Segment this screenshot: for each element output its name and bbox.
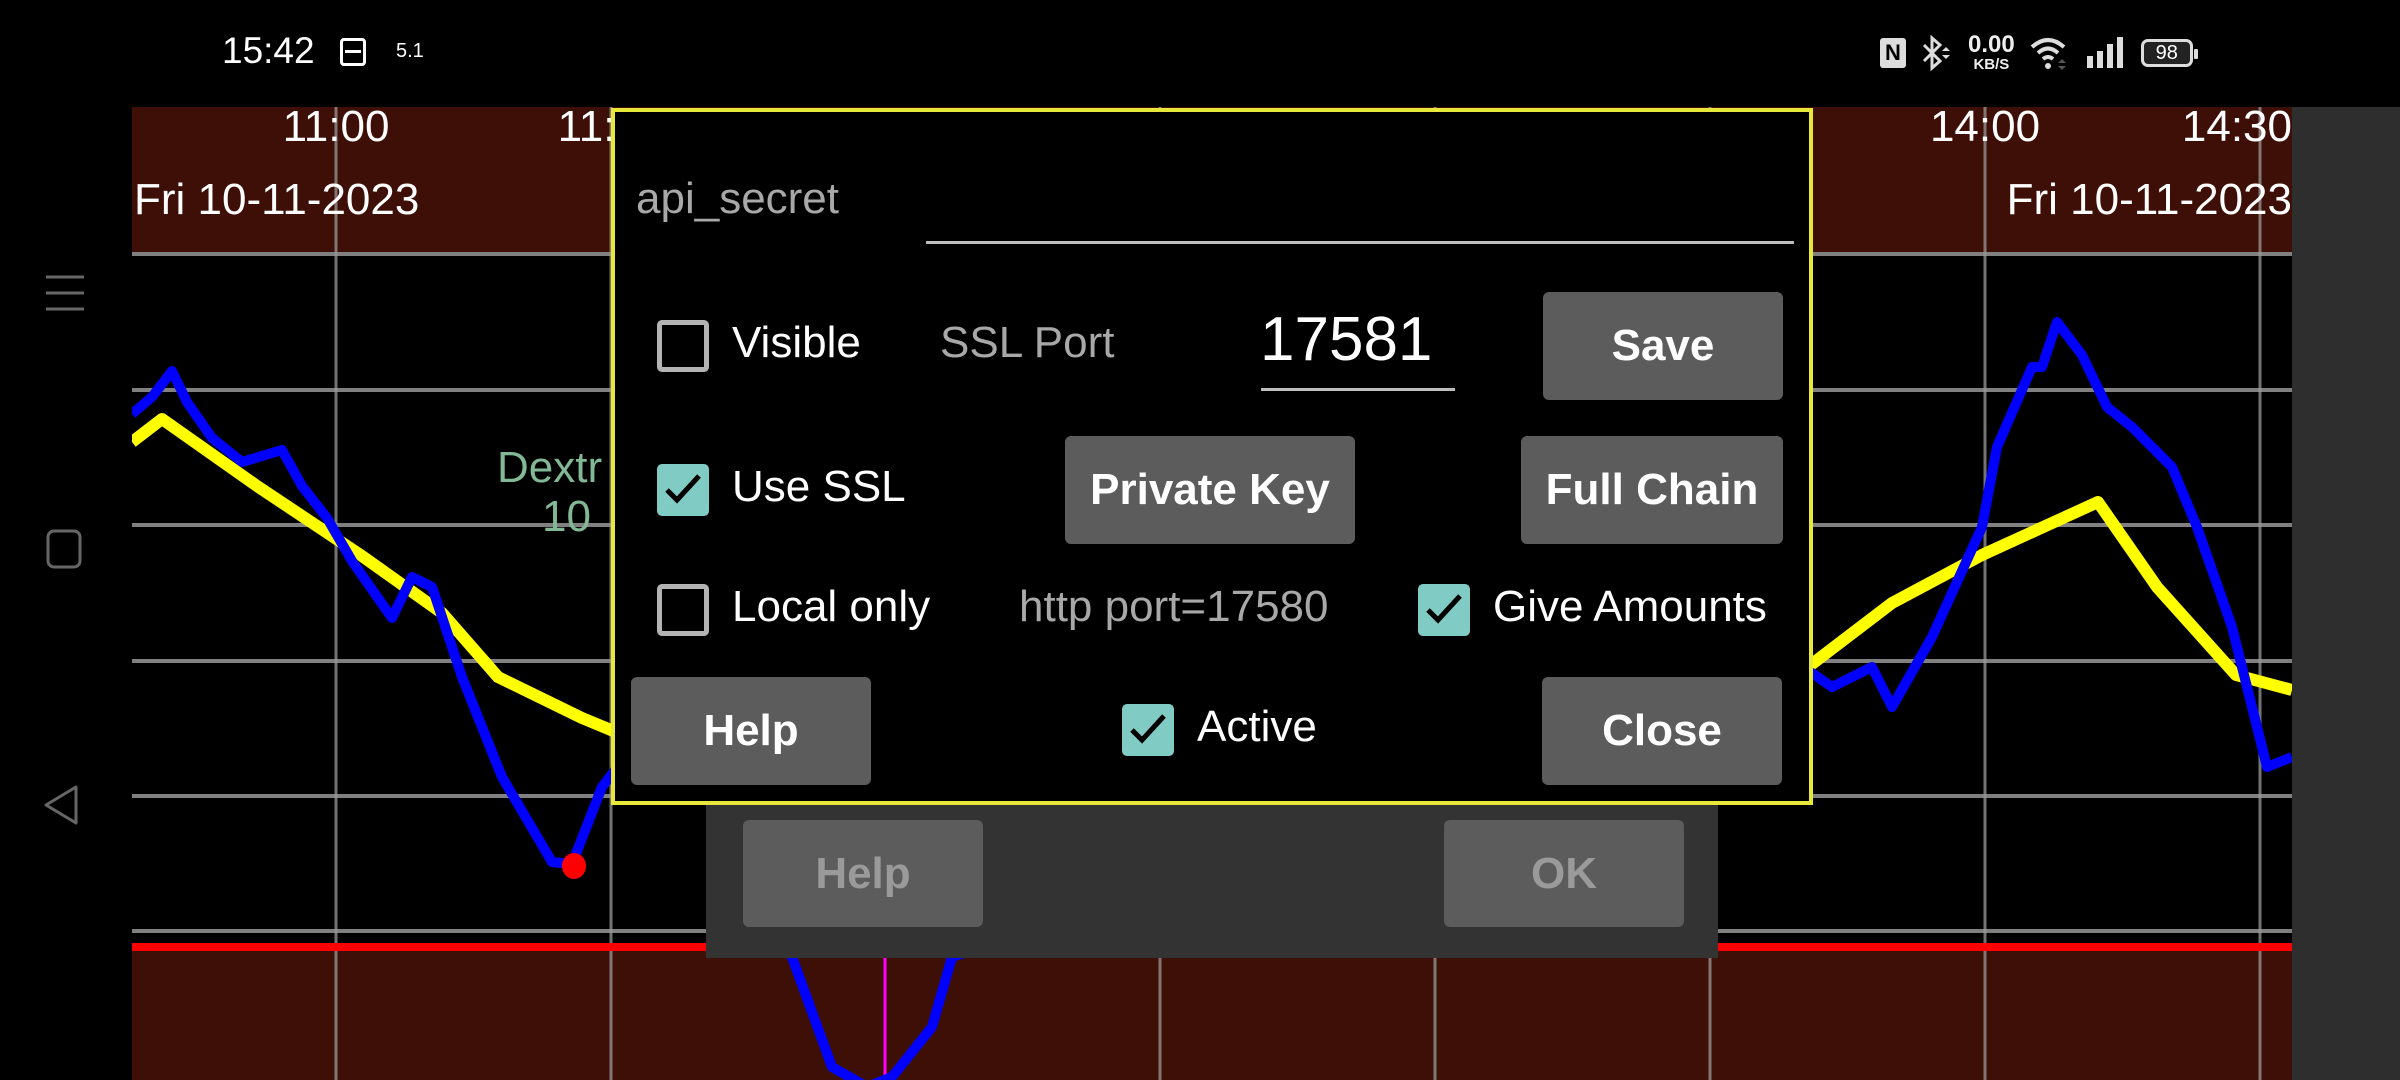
status-icons: N 0.00 KB/S 98 <box>1880 30 2198 76</box>
date-label-right: Fri 10-11-2023 <box>2007 175 2292 224</box>
api-secret-input[interactable] <box>926 162 1782 242</box>
annotation-line1: Dextr <box>497 443 602 492</box>
nfc-icon: N <box>1880 38 1906 68</box>
full-chain-button[interactable]: Full Chain <box>1521 436 1783 544</box>
ssl-port-input[interactable]: 17581 <box>1260 304 1432 375</box>
checkmark-icon <box>1426 594 1462 624</box>
right-side-panel <box>2292 107 2400 1080</box>
use-ssl-checkbox[interactable] <box>657 464 709 516</box>
x-tick-label-2: 14:00 <box>1930 107 2040 151</box>
signal-icon <box>2086 37 2123 68</box>
menu-icon[interactable] <box>40 265 90 315</box>
home-square-icon[interactable] <box>40 523 90 573</box>
back-triangle-icon[interactable] <box>40 781 90 831</box>
close-button[interactable]: Close <box>1542 677 1782 785</box>
checkmark-icon <box>1130 714 1166 744</box>
http-port-text: http port=17580 <box>1019 582 1329 631</box>
checkmark-icon <box>665 474 701 504</box>
background-help-button[interactable]: Help <box>743 820 983 927</box>
give-amounts-label[interactable]: Give Amounts <box>1493 582 1767 632</box>
ssl-port-label: SSL Port <box>940 318 1115 367</box>
local-only-label[interactable]: Local only <box>732 582 930 632</box>
private-key-button[interactable]: Private Key <box>1065 436 1355 544</box>
date-label-left: Fri 10-11-2023 <box>134 175 419 224</box>
ssl-settings-dialog: api_secret Visible SSL Port 17581 Save U… <box>611 108 1813 805</box>
ssl-port-underline <box>1261 388 1455 391</box>
x-tick-label-0: 11:00 <box>283 107 390 151</box>
news-icon <box>340 38 366 66</box>
help-button[interactable]: Help <box>631 677 871 785</box>
api-secret-label: api_secret <box>636 174 840 223</box>
clock: 15:42 <box>222 30 315 71</box>
active-checkbox[interactable] <box>1122 704 1174 756</box>
background-dialog: Help OK <box>706 800 1718 958</box>
local-only-checkbox[interactable] <box>657 584 709 636</box>
annotation-line2: 10 <box>542 492 591 541</box>
selected-point-marker[interactable] <box>562 853 586 879</box>
use-ssl-label[interactable]: Use SSL <box>732 462 906 512</box>
net-speed: 0.00 KB/S <box>1968 30 2015 73</box>
battery-indicator: 98 <box>2140 39 2198 67</box>
net-speed-unit: KB/S <box>1973 55 2010 73</box>
bluetooth-icon <box>1922 35 1950 71</box>
visible-checkbox[interactable] <box>657 320 709 372</box>
status-bar: 15:42 5.1 N 0.00 KB/S 98 <box>0 0 2400 107</box>
background-ok-button[interactable]: OK <box>1444 820 1684 927</box>
api-secret-underline <box>926 241 1794 244</box>
wifi-icon <box>2030 38 2066 70</box>
x-tick-label-3: 14:30 <box>2182 107 2292 151</box>
net-speed-value: 0.00 <box>1968 30 2015 58</box>
active-label[interactable]: Active <box>1197 702 1317 752</box>
give-amounts-checkbox[interactable] <box>1418 584 1470 636</box>
save-button[interactable]: Save <box>1543 292 1783 400</box>
visible-label[interactable]: Visible <box>732 318 861 368</box>
status-small-text: 5.1 <box>396 40 424 62</box>
bottom-band <box>132 946 2292 1080</box>
